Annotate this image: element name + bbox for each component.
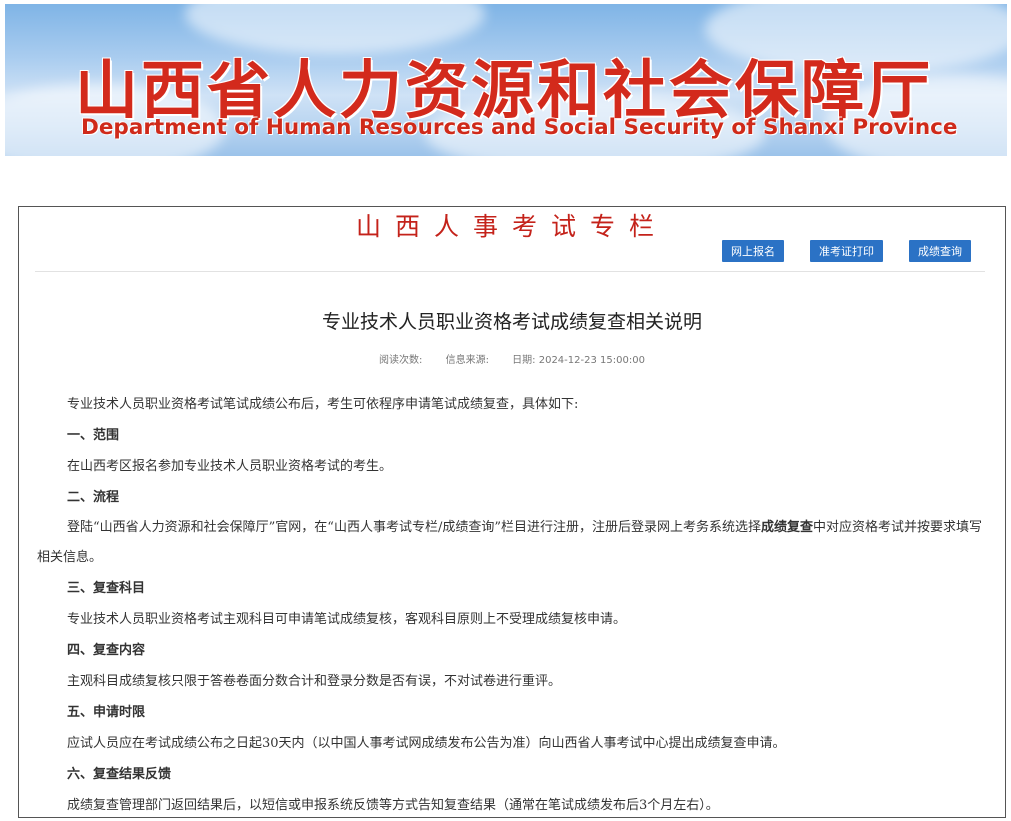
section-text-feedback: 成绩复查管理部门返回结果后，以短信或申报系统反馈等方式告知复查结果（通常在笔试成… <box>67 798 719 813</box>
section-text-scope: 在山西考区报名参加专业技术人员职业资格考试的考生。 <box>67 459 393 474</box>
online-registration-button[interactable]: 网上报名 <box>722 240 784 262</box>
section-text-deadline: 应试人员应在考试成绩公布之日起30天内（以中国人事考试网成绩发布公告为准）向山西… <box>67 736 786 751</box>
section-text-subjects: 专业技术人员职业资格考试主观科目可申请笔试成绩复核，客观科目原则上不受理成绩复核… <box>67 612 627 627</box>
section-heading-deadline: 五、申请时限 <box>67 705 146 720</box>
section-heading-scope: 一、范围 <box>67 428 120 443</box>
section-heading-content: 四、复查内容 <box>67 643 146 658</box>
process-text-part-1: 登陆“山西省人力资源和社会保障厅”官网，在“山西人事考试专栏/成绩查询”栏目进行… <box>67 520 761 535</box>
divider <box>35 271 985 272</box>
score-query-button[interactable]: 成绩查询 <box>909 240 971 262</box>
process-text-bold: 成绩复查 <box>760 520 813 535</box>
section-heading-subjects: 三、复查科目 <box>67 581 146 596</box>
section-text-process: 登陆“山西省人力资源和社会保障厅”官网，在“山西人事考试专栏/成绩查询”栏目进行… <box>37 513 989 573</box>
intro-paragraph: 专业技术人员职业资格考试笔试成绩公布后，考生可依程序申请笔试成绩复查，具体如下: <box>67 397 579 412</box>
article-title: 专业技术人员职业资格考试成绩复查相关说明 <box>321 311 702 333</box>
meta-views: 阅读次数: <box>379 355 423 366</box>
column-title: 山西人事考试专栏 <box>355 212 668 241</box>
content-panel: 山西人事考试专栏 网上报名 准考证打印 成绩查询 专业技术人员职业资格考试成绩复… <box>18 206 1006 818</box>
section-heading-feedback: 六、复查结果反馈 <box>67 767 172 782</box>
quick-links: 网上报名 准考证打印 成绩查询 <box>722 240 971 262</box>
header-banner: 山西省人力资源和社会保障厅 Department of Human Resour… <box>5 4 1007 156</box>
section-text-content: 主观科目成绩复核只限于答卷卷面分数合计和登录分数是否有误，不对试卷进行重评。 <box>67 674 562 689</box>
section-heading-process: 二、流程 <box>67 490 120 505</box>
meta-date: 日期: 2024-12-23 15:00:00 <box>512 355 645 366</box>
article-body: 专业技术人员职业资格考试笔试成绩公布后，考生可依程序申请笔试成绩复查，具体如下:… <box>37 389 989 821</box>
admission-ticket-print-button[interactable]: 准考证打印 <box>810 240 883 262</box>
banner-subtitle: Department of Human Resources and Social… <box>81 115 958 140</box>
meta-source: 信息来源: <box>445 355 489 366</box>
article-meta: 阅读次数: 信息来源: 日期: 2024-12-23 15:00:00 <box>19 351 1005 366</box>
